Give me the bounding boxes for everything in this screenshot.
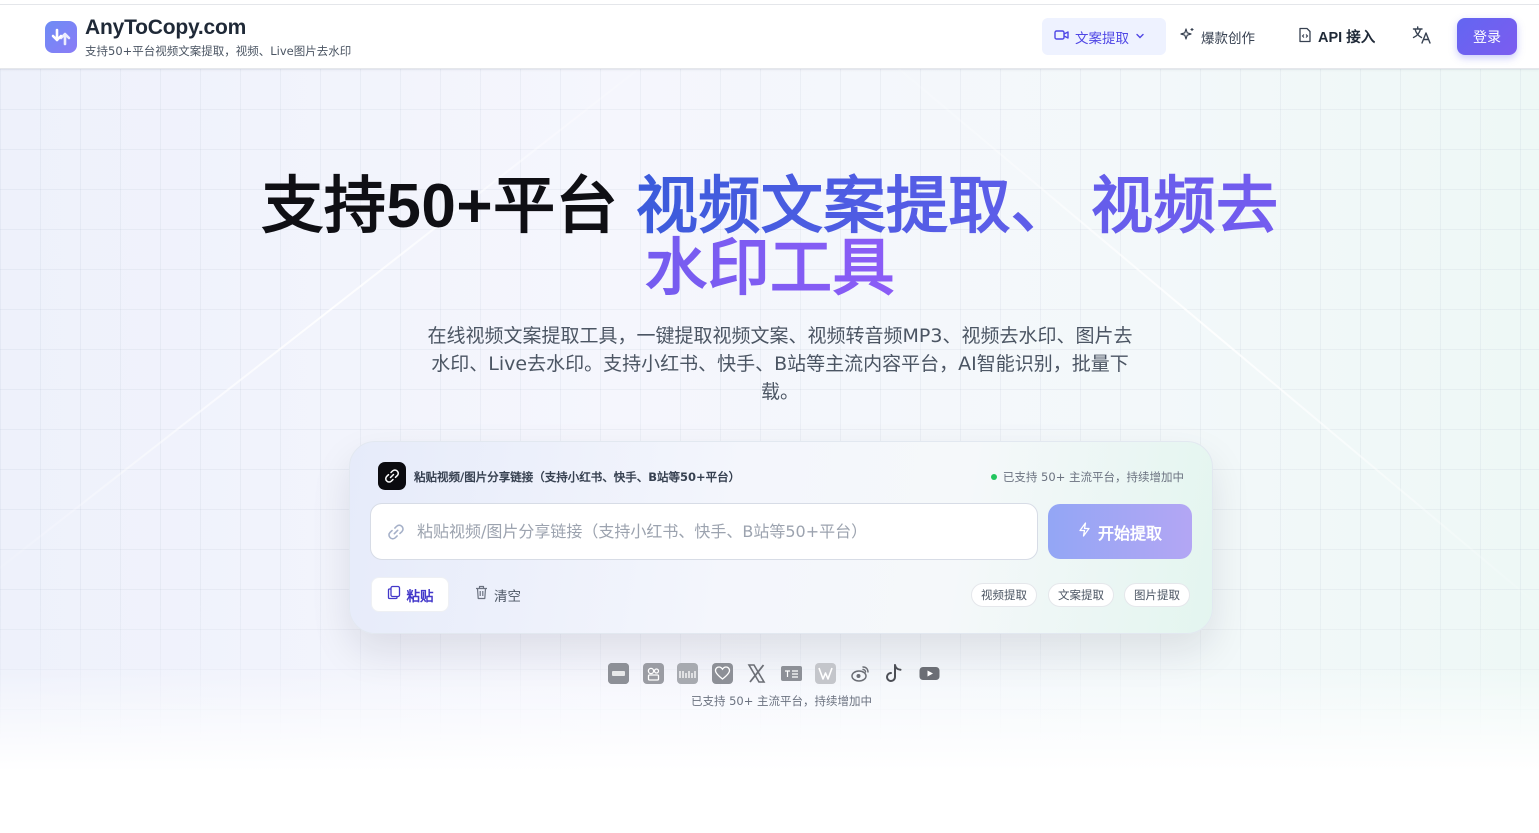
hero-title-plain: 支持50+平台 bbox=[261, 172, 636, 241]
url-input-container bbox=[370, 503, 1038, 560]
chevron-down-icon bbox=[1135, 29, 1145, 45]
nav-viral-create-label: 爆款创作 bbox=[1201, 30, 1255, 47]
chip-image-extract[interactable]: 图片提取 bbox=[1124, 583, 1190, 607]
code-file-icon bbox=[1298, 27, 1312, 47]
nav-api-label: API 接入 bbox=[1318, 30, 1376, 46]
trash-icon bbox=[475, 585, 488, 604]
language-toggle[interactable] bbox=[1402, 18, 1442, 55]
youtube-icon bbox=[919, 663, 940, 684]
kuaishou-icon bbox=[642, 662, 664, 684]
lightning-icon bbox=[1078, 522, 1091, 541]
chip-copy-extract[interactable]: 文案提取 bbox=[1048, 583, 1114, 607]
status-dot bbox=[990, 474, 997, 480]
xiaohongshu-icon bbox=[711, 662, 733, 684]
paste-button[interactable]: 粘贴 bbox=[371, 577, 449, 612]
start-extract-label: 开始提取 bbox=[1097, 523, 1162, 543]
clear-label: 清空 bbox=[494, 588, 521, 605]
start-extract-button[interactable]: 开始提取 bbox=[1048, 504, 1192, 559]
link-icon bbox=[387, 523, 405, 545]
clipboard-icon bbox=[387, 585, 401, 604]
url-input[interactable] bbox=[417, 504, 1017, 559]
paste-label: 粘贴 bbox=[406, 588, 434, 605]
platform-icons bbox=[608, 662, 956, 684]
weibo-icon bbox=[850, 663, 871, 684]
toutiao-icon bbox=[780, 663, 802, 684]
logo-icon[interactable] bbox=[45, 21, 77, 53]
douyin-icon bbox=[608, 662, 629, 684]
clear-button[interactable]: 清空 bbox=[462, 577, 534, 612]
nav-api[interactable]: API 接入 bbox=[1286, 18, 1387, 55]
haokan-icon bbox=[815, 662, 836, 684]
bilibili-icon bbox=[677, 662, 698, 684]
nav-viral-create[interactable]: 爆款创作 bbox=[1168, 18, 1267, 55]
nav-video-extract[interactable]: 文案提取 bbox=[1042, 18, 1166, 55]
sparkle-icon bbox=[1180, 27, 1195, 46]
chip-video-extract[interactable]: 视频提取 bbox=[971, 583, 1037, 607]
translate-icon bbox=[1412, 25, 1432, 48]
tiktok-icon bbox=[884, 663, 905, 684]
nav-video-extract-label: 文案提取 bbox=[1075, 30, 1129, 47]
extract-card: 粘贴视频/图片分享链接（支持小红书、快手、B站等50+平台） 已支持 50+ 主… bbox=[349, 441, 1213, 634]
platforms-note: 已支持 50+ 主流平台，持续增加中 bbox=[690, 694, 873, 708]
login-button[interactable]: 登录 bbox=[1457, 18, 1517, 55]
hero-title-highlight: 视频文案提取、 视频去水印工具 bbox=[635, 172, 1279, 303]
card-label: 粘贴视频/图片分享链接（支持小红书、快手、B站等50+平台） bbox=[414, 470, 741, 484]
brand-name[interactable]: AnyToCopy.com bbox=[85, 16, 246, 40]
video-camera-icon bbox=[1054, 29, 1069, 45]
brand-subtitle: 支持50+平台视频文案提取，视频、Live图片去水印 bbox=[85, 44, 352, 58]
platform-status: 已支持 50+ 主流平台，持续增加中 bbox=[990, 469, 1184, 485]
hero-title: 支持50+平台 视频文案提取、 视频去水印工具 bbox=[250, 176, 1290, 300]
top-header: AnyToCopy.com 支持50+平台视频文案提取，视频、Live图片去水印… bbox=[0, 5, 1539, 69]
link-icon bbox=[378, 462, 406, 490]
hero-description: 在线视频文案提取工具，一键提取视频文案、视频转音频MP3、视频去水印、图片去水印… bbox=[427, 325, 1133, 403]
x-icon bbox=[746, 663, 767, 684]
platform-status-text: 已支持 50+ 主流平台，持续增加中 bbox=[1002, 470, 1184, 484]
